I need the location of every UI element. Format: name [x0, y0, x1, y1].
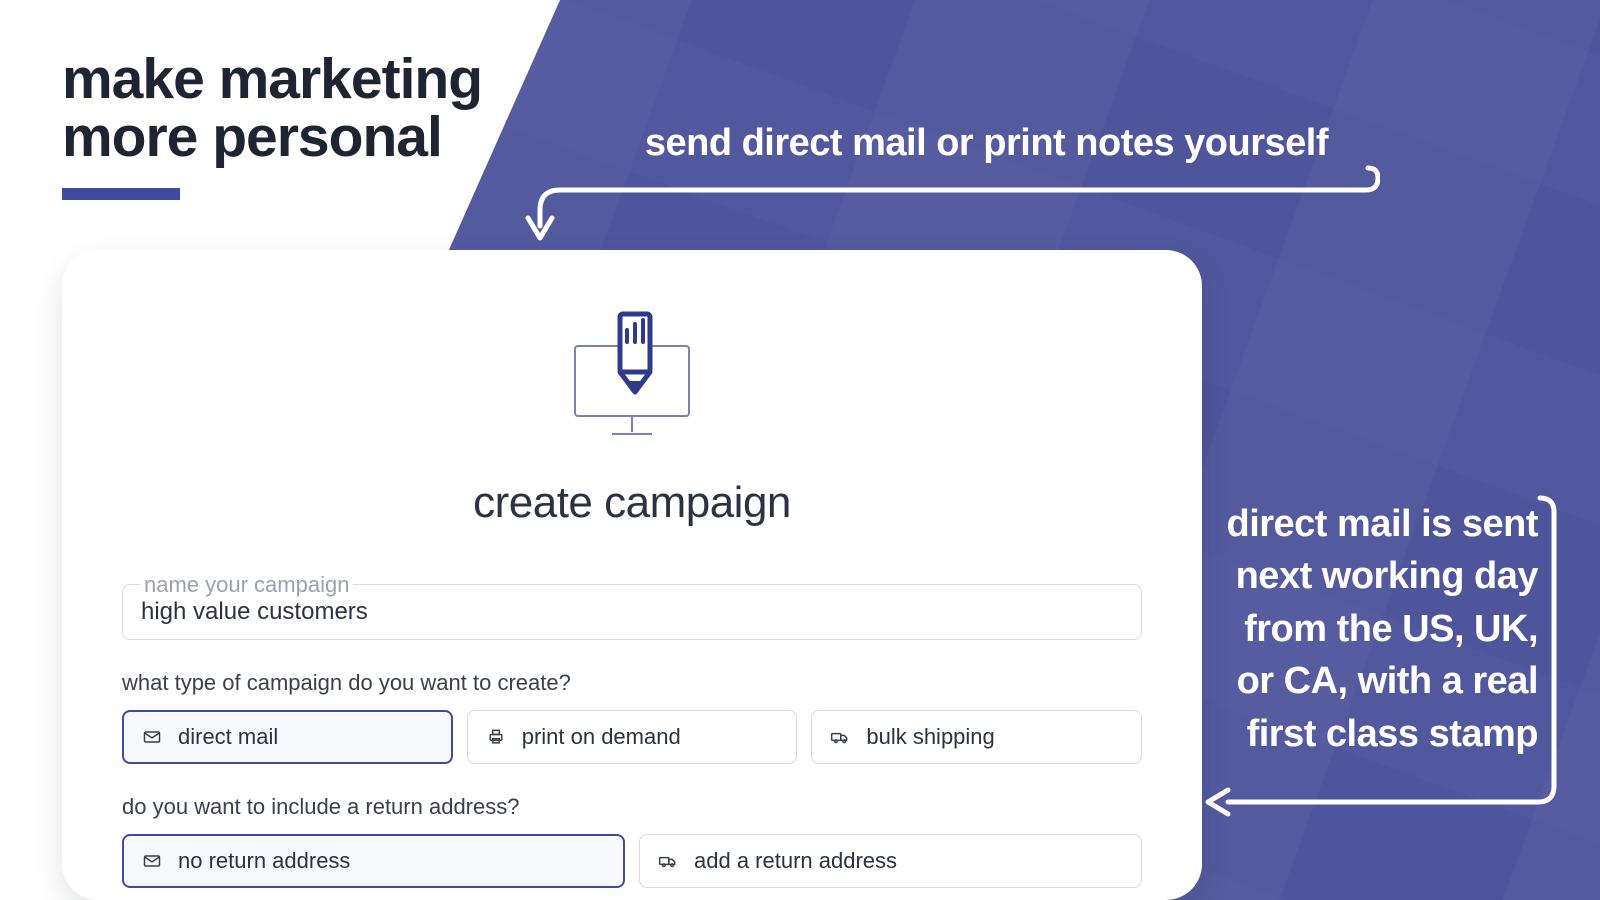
printer-icon: [486, 727, 506, 747]
create-campaign-card: create campaign name your campaign what …: [62, 250, 1202, 900]
campaign-name-label: name your campaign: [140, 572, 353, 598]
create-campaign-illustration: [122, 308, 1142, 458]
option-direct-mail[interactable]: direct mail: [122, 710, 453, 764]
option-print-on-demand-label: print on demand: [522, 724, 681, 750]
option-no-return-address[interactable]: no return address: [122, 834, 625, 888]
option-add-return-address-label: add a return address: [694, 848, 897, 874]
card-title: create campaign: [122, 478, 1142, 528]
campaign-type-options: direct mail print on demand bulk shippin…: [122, 710, 1142, 764]
return-address-question: do you want to include a return address?: [122, 794, 1142, 820]
campaign-name-field: name your campaign: [122, 584, 1142, 640]
truck-icon: [658, 851, 678, 871]
headline-underline: [62, 188, 180, 200]
option-add-return-address[interactable]: add a return address: [639, 834, 1142, 888]
envelope-icon: [142, 727, 162, 747]
truck-icon: [830, 727, 850, 747]
option-no-return-address-label: no return address: [178, 848, 350, 874]
envelope-icon: [142, 851, 162, 871]
campaign-type-question: what type of campaign do you want to cre…: [122, 670, 1142, 696]
return-address-options: no return address add a return address: [122, 834, 1142, 888]
page-headline: make marketing more personal: [62, 50, 482, 200]
option-bulk-shipping-label: bulk shipping: [866, 724, 994, 750]
headline-line1: make marketing: [62, 50, 482, 108]
callout-right: direct mail is sent next working day fro…: [1208, 498, 1538, 760]
option-direct-mail-label: direct mail: [178, 724, 278, 750]
option-print-on-demand[interactable]: print on demand: [467, 710, 798, 764]
headline-line2: more personal: [62, 108, 482, 166]
option-bulk-shipping[interactable]: bulk shipping: [811, 710, 1142, 764]
callout-top: send direct mail or print notes yourself: [645, 122, 1328, 165]
